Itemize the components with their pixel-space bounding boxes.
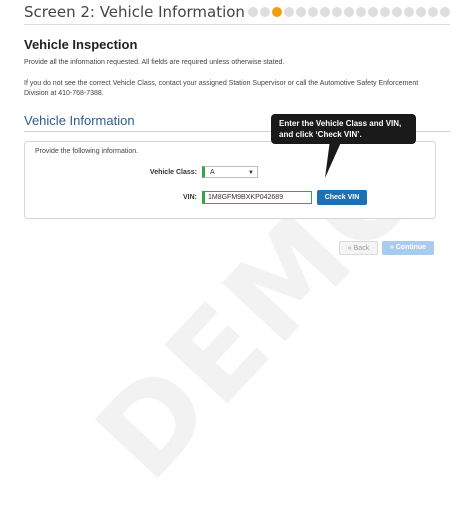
progress-step (344, 7, 354, 17)
progress-step (308, 7, 318, 17)
progress-step (440, 7, 450, 17)
continue-button[interactable]: » Continue (382, 241, 434, 255)
progress-step (392, 7, 402, 17)
progress-step (368, 7, 378, 17)
progress-step (404, 7, 414, 17)
vehicle-class-value: A (210, 169, 215, 176)
progress-step (320, 7, 330, 17)
back-button[interactable]: « Back (339, 241, 378, 255)
progress-step (284, 7, 294, 17)
progress-indicator (248, 7, 450, 17)
progress-step-current (272, 7, 282, 17)
callout-line-1: Enter the Vehicle Class and VIN, (279, 119, 402, 128)
progress-step (332, 7, 342, 17)
caret-down-icon: ▼ (248, 170, 254, 176)
progress-step (416, 7, 426, 17)
progress-step (296, 7, 306, 17)
vehicle-info-title: Vehicle Information (24, 113, 135, 128)
section-title: Vehicle Inspection (24, 37, 138, 52)
callout-line-2: and click ‘Check VIN’. (279, 130, 362, 139)
progress-step (356, 7, 366, 17)
callout-pointer-icon (325, 140, 342, 178)
check-vin-button[interactable]: Check VIN (317, 190, 367, 205)
intro-text: Provide all the information requested. A… (24, 59, 285, 66)
vehicle-class-label: Vehicle Class: (149, 169, 197, 176)
vehicle-class-note: If you do not see the correct Vehicle Cl… (24, 80, 419, 97)
screen-title: Screen 2: Vehicle Information (24, 3, 245, 21)
vehicle-class-select[interactable]: A ▼ (202, 166, 258, 178)
progress-step (260, 7, 270, 17)
vin-input[interactable]: 1M8GFM9BXKP042689 (202, 191, 312, 204)
progress-step (248, 7, 258, 17)
vin-label: VIN: (183, 194, 197, 201)
screen-header: Screen 2: Vehicle Information (24, 0, 450, 25)
progress-step (380, 7, 390, 17)
vehicle-info-panel: Provide the following information. Vehic… (24, 141, 436, 219)
panel-hint: Provide the following information. (35, 148, 139, 155)
progress-step (428, 7, 438, 17)
